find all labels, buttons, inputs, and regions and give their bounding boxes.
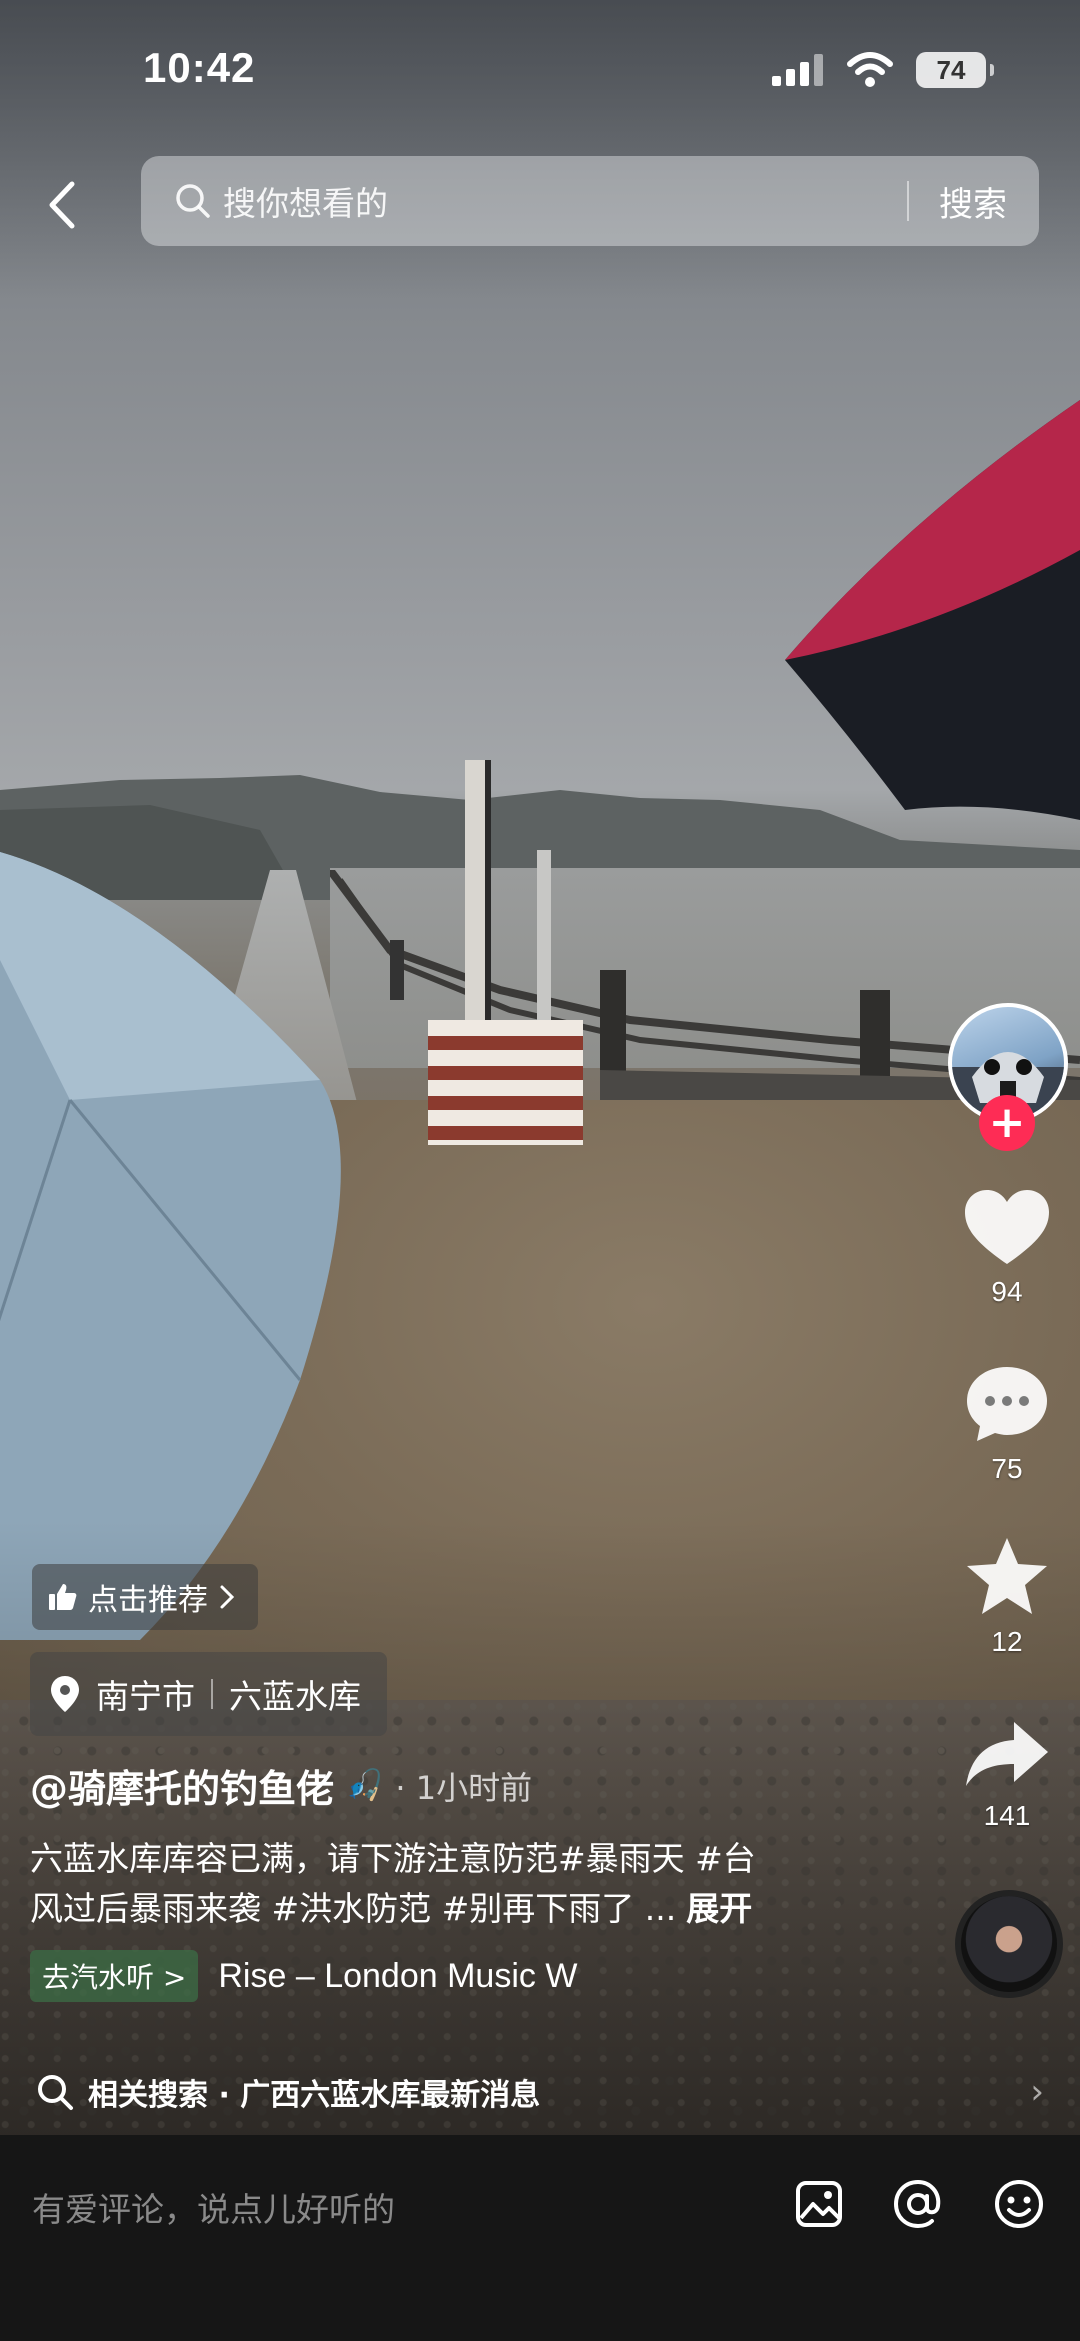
heart-icon bbox=[965, 1190, 1049, 1264]
search-divider bbox=[907, 181, 909, 221]
search-input[interactable]: 搜你想看的 bbox=[223, 177, 907, 225]
chevron-right-icon bbox=[220, 1585, 235, 1609]
back-button[interactable] bbox=[36, 170, 86, 240]
battery-indicator: 74 bbox=[916, 52, 994, 88]
video-description[interactable]: 六蓝水库库容已满，请下游注意防范#暴雨天 #台 风过后暴雨来袭 #洪水防范 #别… bbox=[30, 1834, 850, 1934]
share-button[interactable]: 141 bbox=[948, 1720, 1066, 1832]
red-umbrella bbox=[785, 400, 1080, 820]
like-button[interactable]: 94 bbox=[948, 1190, 1066, 1308]
thumbs-up-icon bbox=[49, 1584, 77, 1610]
share-count: 141 bbox=[983, 1800, 1031, 1831]
related-search-text: 相关搜索 · 广西六蓝水库最新消息 bbox=[88, 2078, 541, 2113]
chevron-right-icon: › bbox=[1030, 2072, 1044, 2112]
search-icon bbox=[176, 184, 210, 218]
description-line-1: 六蓝水库库容已满，请下游注意防范#暴雨天 #台 bbox=[30, 1839, 756, 1878]
signal-icon bbox=[772, 54, 823, 86]
emoji-icon bbox=[995, 2180, 1043, 2228]
comment-icon bbox=[967, 1367, 1047, 1441]
share-icon bbox=[966, 1722, 1048, 1786]
recommend-label: 点击推荐 bbox=[88, 1583, 208, 1618]
marker-pole-small bbox=[537, 850, 551, 1040]
author-handle[interactable]: @骑摩托的钓鱼佬 bbox=[30, 1758, 334, 1813]
comment-count: 75 bbox=[991, 1453, 1023, 1484]
listen-in-app-tag[interactable]: 去汽水听 > bbox=[30, 1950, 199, 2002]
favorite-count: 12 bbox=[991, 1626, 1023, 1657]
striped-pillar bbox=[428, 1020, 583, 1145]
marker-pole bbox=[465, 760, 491, 1040]
location-pin-icon bbox=[51, 1676, 79, 1712]
status-time: 10:42 bbox=[143, 44, 256, 91]
video-player[interactable] bbox=[0, 0, 1080, 2135]
star-icon bbox=[967, 1538, 1047, 1614]
music-title[interactable]: Rise – London Music W bbox=[218, 1957, 638, 1996]
search-button[interactable]: 搜索 bbox=[939, 177, 1007, 226]
status-icons: 74 bbox=[772, 52, 994, 88]
like-count: 94 bbox=[991, 1276, 1023, 1307]
music-row[interactable]: 去汽水听 > Rise – London Music W bbox=[30, 1950, 638, 2002]
location-city: 南宁市 bbox=[96, 1677, 195, 1716]
recommend-button[interactable]: 点击推荐 bbox=[32, 1564, 258, 1630]
expand-button[interactable]: 展开 bbox=[686, 1889, 752, 1928]
back-icon bbox=[49, 181, 75, 229]
location-tag[interactable]: 南宁市 六蓝水库 bbox=[30, 1652, 387, 1736]
wifi-icon bbox=[847, 52, 893, 87]
comment-input[interactable]: 有爱评论，说点儿好听的 bbox=[32, 2183, 395, 2231]
location-divider bbox=[211, 1679, 213, 1709]
related-search-bar[interactable]: 相关搜索 · 广西六蓝水库最新消息 › bbox=[0, 2050, 1080, 2134]
image-icon bbox=[796, 2181, 842, 2227]
music-disc[interactable] bbox=[955, 1890, 1063, 1998]
search-icon bbox=[38, 2075, 73, 2110]
follow-button[interactable]: + bbox=[979, 1095, 1035, 1151]
location-place: 六蓝水库 bbox=[229, 1677, 361, 1716]
comment-button[interactable]: 75 bbox=[948, 1365, 1066, 1485]
description-line-2: 风过后暴雨来袭 #洪水防范 #别再下雨了 ... bbox=[30, 1889, 677, 1928]
fishing-emoji: 🎣 bbox=[346, 1768, 384, 1803]
image-button[interactable] bbox=[790, 2175, 848, 2233]
comment-bar: 有爱评论，说点儿好听的 bbox=[0, 2135, 1080, 2341]
at-icon bbox=[893, 2179, 941, 2229]
search-bar[interactable]: 搜你想看的 搜索 bbox=[141, 156, 1039, 246]
author-line: @骑摩托的钓鱼佬 🎣 · 1小时前 bbox=[30, 1758, 532, 1813]
emoji-button[interactable] bbox=[990, 2175, 1048, 2233]
post-time: · 1小时前 bbox=[395, 1768, 533, 1807]
mention-button[interactable] bbox=[889, 2175, 947, 2233]
favorite-button[interactable]: 12 bbox=[948, 1536, 1066, 1658]
